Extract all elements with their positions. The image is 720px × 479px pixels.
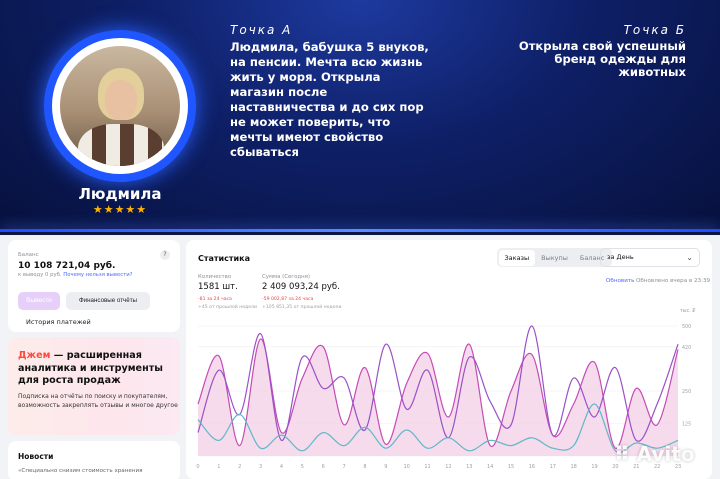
help-icon[interactable]: ?	[160, 250, 170, 260]
kpi-sum-label: Сумма (Сегодня)	[262, 274, 311, 280]
series-area-0	[198, 338, 678, 456]
x-tick-label: 18	[570, 464, 576, 470]
kpi-quantity-label: Количество	[198, 274, 232, 280]
x-tick-label: 1	[217, 464, 220, 470]
point-a-text: Людмила, бабушка 5 внуков, на пенсии. Ме…	[230, 40, 429, 159]
kpi-quantity-value: 1581 шт.	[198, 282, 238, 292]
y-tick-label: 250	[682, 389, 691, 395]
jam-promo-title: Джем — расширенная аналитика и инструмен…	[18, 350, 168, 388]
news-title: Новости	[18, 452, 54, 461]
x-tick-label: 16	[529, 464, 535, 470]
financial-reports-button[interactable]: Финансовые отчёты	[66, 292, 150, 310]
x-tick-label: 10	[404, 464, 410, 470]
refresh-link[interactable]: Обновить	[606, 278, 634, 284]
x-tick-label: 14	[487, 464, 493, 470]
x-tick-label: 6	[322, 464, 325, 470]
avito-watermark-text: Avito	[636, 442, 695, 466]
updated-time: Обновлено вчера в 23:39	[636, 278, 711, 284]
payment-history-link[interactable]: История платежей	[26, 318, 91, 326]
avito-dots-icon: ⠿	[614, 442, 630, 466]
jam-promo-description: Подписка на отчёты по поиску и покупател…	[18, 393, 178, 409]
withdraw-button[interactable]: Вывести	[18, 292, 60, 310]
point-a-label: Точка А	[230, 23, 293, 37]
avito-watermark: ⠿ Avito	[614, 442, 695, 466]
avatar-face	[105, 80, 137, 120]
x-tick-label: 12	[445, 464, 451, 470]
point-b-text: Открыла свой успешный бренд одежды для ж…	[518, 39, 686, 79]
person-name: Людмила	[78, 185, 162, 203]
x-tick-label: 9	[384, 464, 387, 470]
seller-dashboard: Баланс ? 10 108 721,04 руб. к выводу 0 р…	[0, 235, 720, 479]
x-tick-label: 19	[591, 464, 597, 470]
jam-promo-card[interactable]: Джем — расширенная аналитика и инструмен…	[8, 337, 180, 435]
avatar-sweater	[78, 124, 164, 166]
y-tick-label: 420	[682, 345, 691, 351]
x-tick-label: 7	[342, 464, 345, 470]
withdrawable-amount: к выводу 0 руб.	[18, 272, 62, 278]
balance-card: Баланс ? 10 108 721,04 руб. к выводу 0 р…	[8, 240, 180, 332]
x-tick-label: 5	[301, 464, 304, 470]
period-value: за День	[607, 253, 634, 261]
x-tick-label: 0	[196, 464, 199, 470]
balance-sub: к выводу 0 руб. Почему нельзя вывести?	[18, 272, 133, 278]
chevron-down-icon: ⌄	[686, 253, 693, 262]
point-b-label: Точка Б	[623, 23, 686, 37]
balance-label: Баланс	[18, 252, 39, 258]
news-item[interactable]: «Специально снизим стоимость хранения	[18, 468, 143, 474]
y-tick-label: 125	[682, 422, 691, 428]
statistics-title: Статистика	[198, 254, 250, 263]
why-cant-withdraw-link[interactable]: Почему нельзя вывести?	[63, 272, 132, 278]
avatar-ring	[44, 30, 196, 182]
balance-amount: 10 108 721,04 руб.	[18, 261, 116, 271]
x-tick-label: 2	[238, 464, 241, 470]
rating-stars: ★★★★★	[92, 203, 148, 216]
story-banner: Людмила ★★★★★ Точка А Людмила, бабушка 5…	[0, 0, 720, 232]
stats-tabs: Заказы Выкупы Баланс	[497, 248, 612, 267]
x-tick-label: 3	[259, 464, 262, 470]
avatar-photo	[60, 46, 180, 166]
kpi-sum-value: 2 409 093,24 руб.	[262, 282, 340, 292]
tab-buyouts[interactable]: Выкупы	[535, 250, 574, 266]
x-tick-label: 8	[363, 464, 366, 470]
y-tick-label: 500	[682, 324, 691, 330]
jam-accent: Джем	[18, 350, 51, 361]
period-select[interactable]: за День ⌄	[600, 248, 700, 267]
x-tick-label: 4	[280, 464, 283, 470]
x-tick-label: 17	[550, 464, 556, 470]
news-card: Новости «Специально снизим стоимость хра…	[8, 441, 180, 479]
avatar-frame	[52, 38, 188, 174]
x-tick-label: 13	[466, 464, 472, 470]
y-unit-label: тыс. ₽	[680, 308, 695, 314]
x-tick-label: 15	[508, 464, 514, 470]
x-tick-label: 11	[424, 464, 430, 470]
tab-orders[interactable]: Заказы	[498, 249, 536, 266]
